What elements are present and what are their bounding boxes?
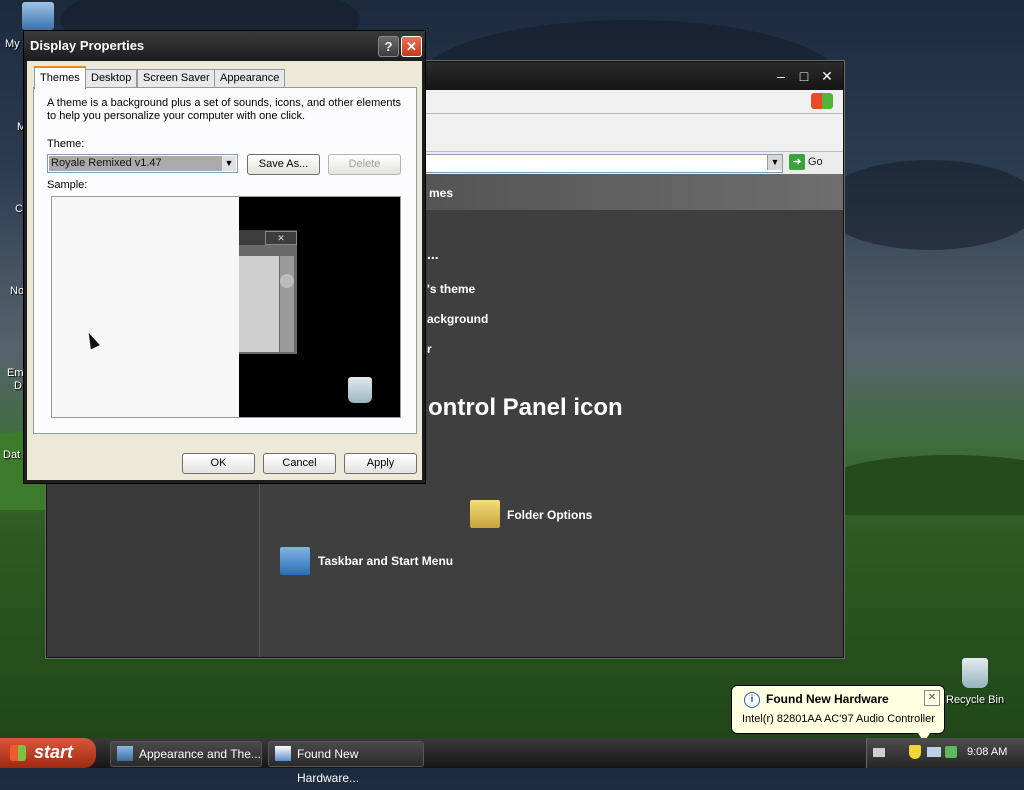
sample-recycle-bin-icon <box>348 377 372 403</box>
help-button[interactable]: ? <box>378 36 399 57</box>
window-icon <box>275 746 291 761</box>
minimize-button[interactable]: – <box>771 67 791 85</box>
address-input[interactable] <box>425 154 783 173</box>
sample-scroll-thumb <box>280 274 294 288</box>
tab-themes[interactable]: Themes <box>34 66 86 89</box>
sample-close-icon: ✕ <box>265 231 297 245</box>
display-properties-dialog: Display Properties ? ✕ Themes Desktop Sc… <box>23 30 426 484</box>
sample-window-content <box>239 256 279 352</box>
tab-screen-saver[interactable]: Screen Saver <box>137 69 216 87</box>
taskbar-item-appearance[interactable]: Appearance and The... <box>110 741 262 767</box>
folder-options-link[interactable]: Folder Options <box>507 508 592 522</box>
address-dropdown-icon[interactable]: ▼ <box>767 155 782 170</box>
desktop-icon-label[interactable]: Dat <box>3 449 20 461</box>
section-title: ontrol Panel icon <box>428 394 623 421</box>
balloon-close-icon[interactable]: ✕ <box>924 690 940 706</box>
maximize-button[interactable]: □ <box>794 67 814 85</box>
system-tray: 9:08 AM <box>866 738 1024 768</box>
dialog-titlebar[interactable]: Display Properties ? ✕ <box>24 31 425 61</box>
taskbar-item-found-new-hardware[interactable]: Found New Hardware... <box>268 741 424 785</box>
desktop-icon-label[interactable]: D <box>14 380 22 392</box>
save-as-button[interactable]: Save As... <box>247 154 320 175</box>
tab-desktop[interactable]: Desktop <box>85 69 138 87</box>
desktop-icon-label[interactable]: C <box>15 203 23 215</box>
taskbar: start Appearance and The... Found New Ha… <box>0 738 1024 785</box>
go-button[interactable]: ➜ Go <box>789 154 823 171</box>
recycle-bin-label[interactable]: Recycle Bin <box>946 694 1004 706</box>
security-shield-icon[interactable] <box>909 745 921 759</box>
windows-flag-icon <box>811 93 833 109</box>
go-arrow-icon: ➜ <box>789 154 805 171</box>
chevron-down-icon[interactable]: ▼ <box>221 156 236 171</box>
folder-options-icon[interactable] <box>470 500 500 528</box>
balloon-message: Intel(r) 82801AA AC'97 Audio Controller <box>742 713 935 725</box>
theme-select[interactable]: Royale Remixed v1.47 ▼ <box>47 154 238 173</box>
keyboard-icon[interactable] <box>873 748 885 757</box>
windows-logo-icon <box>10 745 26 761</box>
sample-area <box>52 197 239 417</box>
info-icon: i <box>744 692 760 708</box>
sample-window: ✕ <box>239 230 297 354</box>
taskbar-start-menu-icon[interactable] <box>280 547 310 575</box>
tab-appearance[interactable]: Appearance <box>214 69 286 87</box>
delete-button[interactable]: Delete <box>328 154 401 175</box>
dialog-close-button[interactable]: ✕ <box>401 36 422 57</box>
start-button[interactable]: start <box>0 738 96 768</box>
sample-scrollbar <box>280 256 294 352</box>
task-link[interactable]: ... <box>427 246 439 262</box>
network-icon[interactable] <box>927 747 941 757</box>
my-computer-icon[interactable] <box>22 2 54 30</box>
recycle-bin-icon[interactable] <box>962 658 988 688</box>
control-panel-icon <box>117 746 133 761</box>
apply-button[interactable]: Apply <box>344 453 417 474</box>
safely-remove-hardware-icon[interactable] <box>945 746 957 758</box>
theme-sample-preview: ✕ <box>51 196 401 418</box>
themes-panel: A theme is a background plus a set of so… <box>33 87 417 434</box>
desktop-icon-label[interactable]: Em <box>7 367 24 379</box>
close-button[interactable]: ✕ <box>817 67 837 85</box>
dialog-title: Display Properties <box>30 38 145 53</box>
clock: 9:08 AM <box>967 746 1008 758</box>
task-link[interactable]: r <box>427 342 432 356</box>
ok-button[interactable]: OK <box>182 453 255 474</box>
theme-select-value: Royale Remixed v1.47 <box>49 156 221 171</box>
notification-balloon[interactable]: i Found New Hardware ✕ Intel(r) 82801AA … <box>731 685 945 742</box>
category-header-text: mes <box>429 186 454 200</box>
task-link[interactable]: 's theme <box>427 282 475 296</box>
theme-description: A theme is a background plus a set of so… <box>47 97 402 122</box>
theme-label: Theme: <box>47 138 85 150</box>
cancel-button[interactable]: Cancel <box>263 453 336 474</box>
dialog-body: Themes Desktop Screen Saver Appearance A… <box>27 61 422 480</box>
taskbar-start-menu-link[interactable]: Taskbar and Start Menu <box>318 554 453 568</box>
desktop-icon-label[interactable]: My <box>5 38 20 50</box>
sample-label: Sample: <box>47 179 88 191</box>
balloon-title: Found New Hardware <box>766 692 889 706</box>
task-link[interactable]: ackground <box>427 312 488 326</box>
desktop-icon-label[interactable]: No <box>10 285 24 297</box>
